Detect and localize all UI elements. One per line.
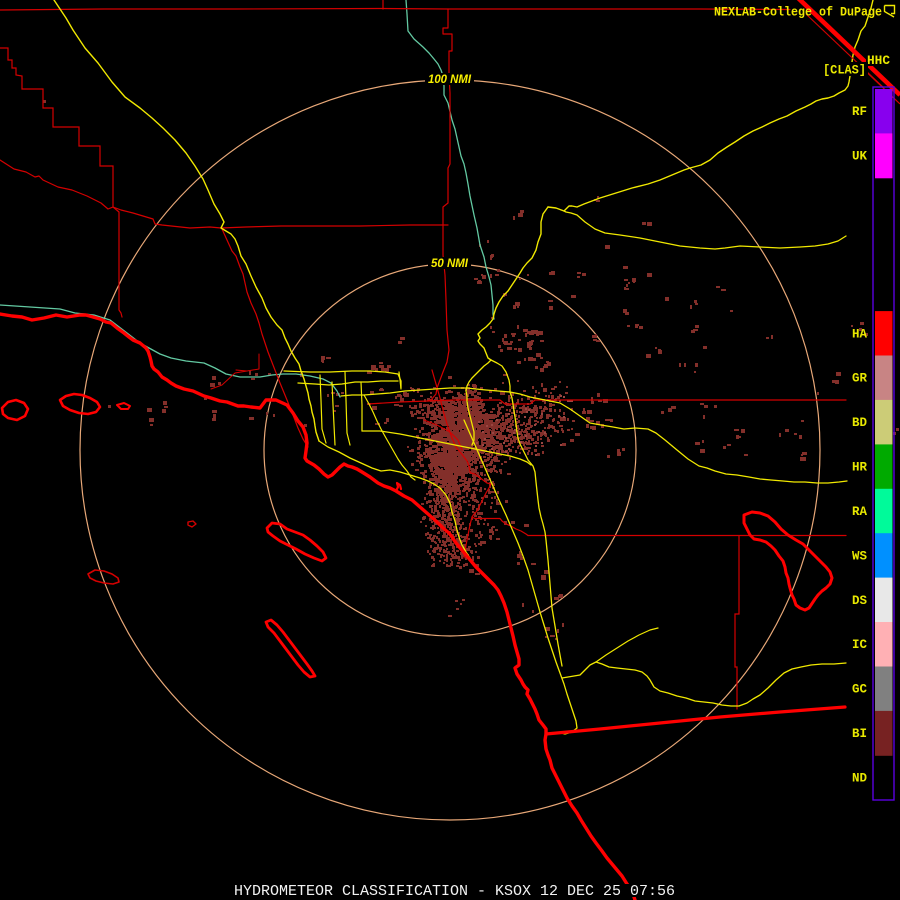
- svg-text:50 NMI: 50 NMI: [431, 258, 469, 270]
- svg-text:[CLAS]: [CLAS]: [823, 64, 866, 78]
- svg-text:IC: IC: [852, 638, 867, 652]
- svg-text:DS: DS: [852, 594, 867, 608]
- svg-text:HR: HR: [852, 461, 867, 475]
- svg-text:HHC: HHC: [867, 54, 890, 68]
- svg-text:RF: RF: [852, 105, 867, 119]
- svg-text:BI: BI: [852, 727, 867, 741]
- svg-text:NEXLAB-College of DuPage: NEXLAB-College of DuPage: [714, 6, 882, 20]
- svg-text:UK: UK: [852, 150, 867, 164]
- svg-text:100 NMI: 100 NMI: [428, 74, 472, 86]
- svg-text:HYDROMETEOR CLASSIFICATION - K: HYDROMETEOR CLASSIFICATION - KSOX 12 DEC…: [234, 884, 675, 900]
- svg-text:WS: WS: [852, 549, 867, 563]
- svg-text:ND: ND: [852, 772, 867, 786]
- svg-text:RA: RA: [852, 505, 867, 519]
- svg-text:GC: GC: [852, 683, 867, 697]
- svg-text:GR: GR: [852, 372, 867, 386]
- svg-text:BD: BD: [852, 416, 867, 430]
- svg-text:HA: HA: [852, 327, 867, 341]
